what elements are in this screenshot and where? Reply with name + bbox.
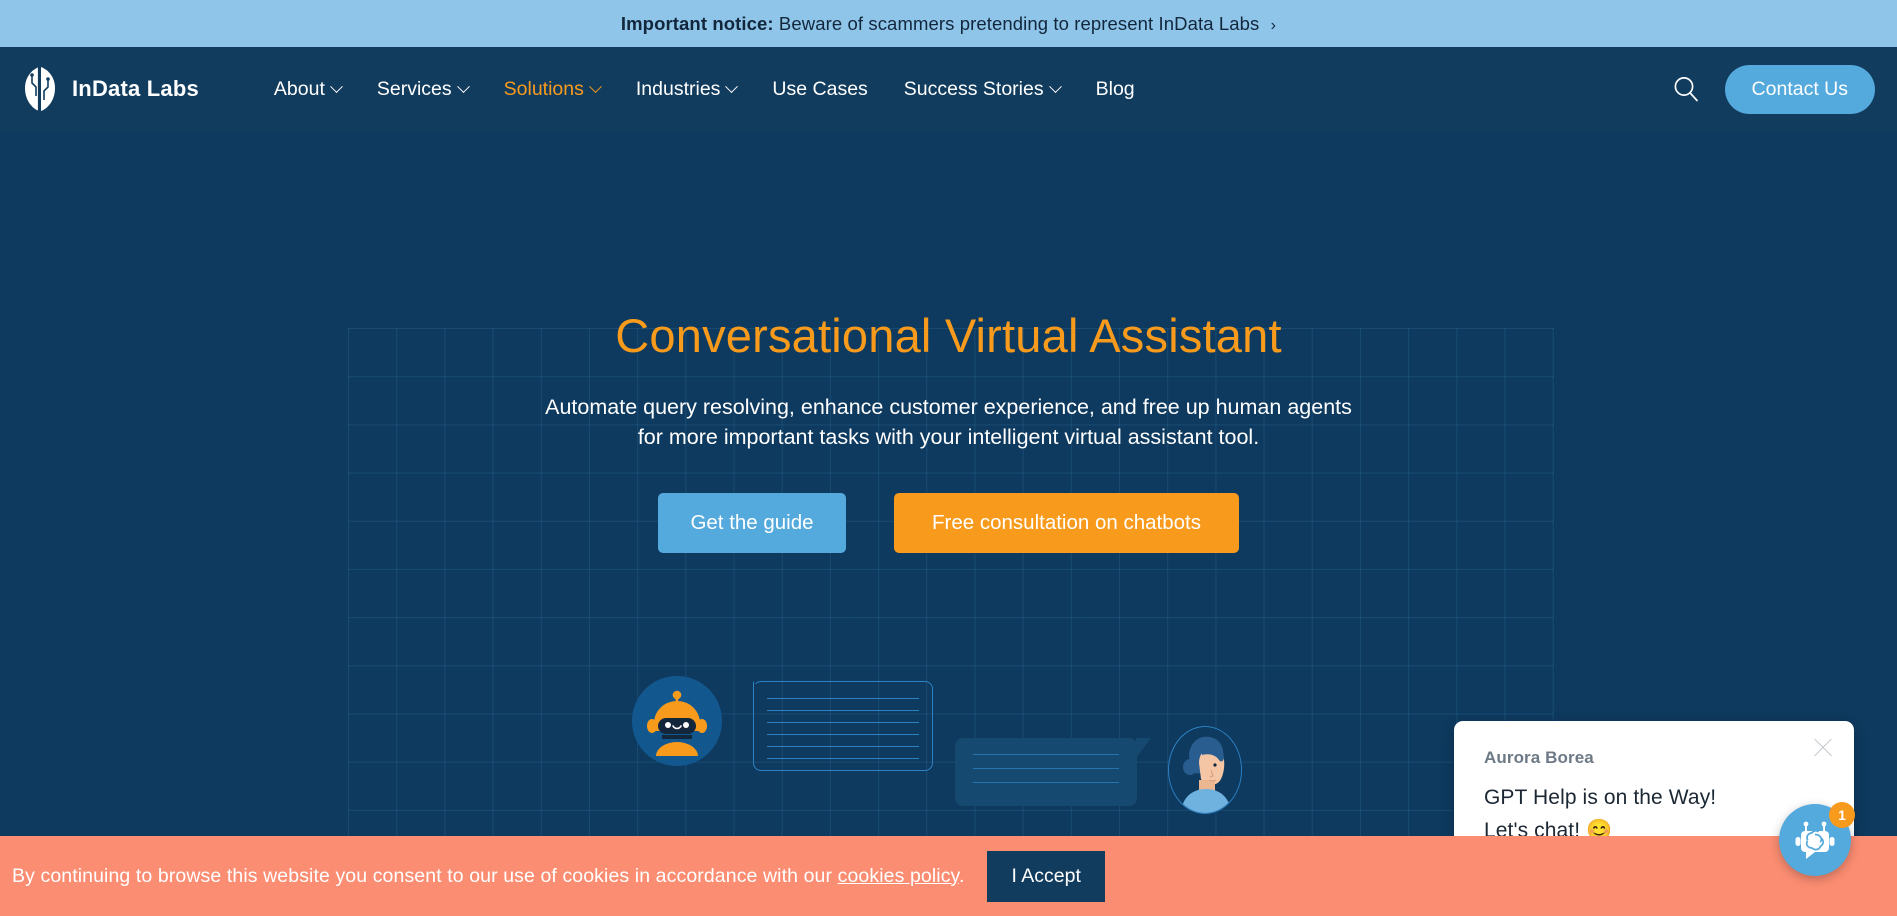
hero-content: Conversational Virtual Assistant Automat…	[0, 131, 1897, 553]
nav-item-blog[interactable]: Blog	[1078, 68, 1153, 111]
chevron-down-icon	[456, 79, 470, 93]
nav-label: Services	[376, 77, 452, 100]
site-header: InData Labs About Services Solutions Ind…	[0, 47, 1897, 131]
cookie-text-after: .	[958, 864, 965, 887]
chat-unread-badge: 1	[1829, 802, 1855, 828]
chevron-down-icon	[330, 79, 343, 93]
cookie-text-before: By continuing to browse this website you…	[12, 864, 838, 887]
nav-label: Blog	[1095, 77, 1135, 100]
brand-name: InData Labs	[72, 76, 199, 101]
page-title: Conversational Virtual Assistant	[615, 309, 1282, 362]
hero-subtitle-line1: Automate query resolving, enhance custom…	[545, 394, 1352, 419]
cookie-text: By continuing to browse this website you…	[12, 865, 964, 888]
search-button[interactable]	[1669, 72, 1703, 106]
chat-agent-name: Aurora Borea	[1484, 748, 1594, 767]
page-root: Important notice: Beware of scammers pre…	[0, 0, 1897, 916]
nav-item-solutions[interactable]: Solutions	[486, 68, 618, 111]
nav-label: Solutions	[503, 77, 584, 100]
notice-text: Important notice: Beware of scammers pre…	[621, 13, 1276, 35]
chevron-down-icon	[589, 79, 602, 93]
chevron-down-icon	[725, 79, 739, 93]
woman-avatar-icon	[1168, 726, 1242, 814]
indata-leaf-logo-icon	[25, 67, 55, 111]
nav-item-industries[interactable]: Industries	[618, 68, 755, 111]
nav-label: About	[273, 77, 325, 100]
chevron-down-icon	[1048, 79, 1062, 93]
nav-item-use-cases[interactable]: Use Cases	[754, 68, 885, 111]
hero-subtitle-line2: for more important tasks with your intel…	[637, 425, 1260, 450]
chat-bubble-outline-icon	[753, 681, 933, 771]
search-icon	[1674, 77, 1698, 102]
chat-launcher-button[interactable]: 1	[1779, 802, 1855, 876]
notice-body: Beware of scammers pretending to represe…	[778, 12, 1260, 34]
cookies-policy-link[interactable]: cookies policy	[838, 865, 959, 887]
cookie-consent-bar: By continuing to browse this website you…	[0, 836, 1897, 916]
chat-bubble-filled-icon	[955, 738, 1137, 806]
main-nav: About Services Solutions Industries Use …	[256, 68, 1153, 111]
get-the-guide-button[interactable]: Get the guide	[658, 492, 846, 553]
robot-avatar-icon	[632, 676, 722, 766]
nav-label: Industries	[635, 77, 721, 100]
nav-item-services[interactable]: Services	[359, 68, 486, 111]
contact-us-button[interactable]: Contact Us	[1724, 64, 1875, 114]
nav-item-about[interactable]: About	[256, 68, 359, 111]
hero-subtitle: Automate query resolving, enhance custom…	[0, 392, 1897, 453]
close-icon[interactable]	[1809, 734, 1837, 762]
free-consultation-button[interactable]: Free consultation on chatbots	[894, 492, 1239, 553]
chatbot-robot-icon	[1795, 821, 1835, 859]
nav-item-success-stories[interactable]: Success Stories	[886, 68, 1078, 111]
notice-lead: Important notice:	[620, 12, 774, 34]
nav-label: Use Cases	[772, 77, 868, 100]
header-actions: Contact Us	[1669, 64, 1875, 114]
brand-logo-link[interactable]: InData Labs	[22, 66, 199, 112]
accept-cookies-button[interactable]: I Accept	[987, 850, 1105, 902]
hero-section: Conversational Virtual Assistant Automat…	[0, 131, 1897, 916]
important-notice-bar[interactable]: Important notice: Beware of scammers pre…	[0, 0, 1897, 47]
nav-label: Success Stories	[903, 77, 1044, 100]
hero-cta-group: Get the guide Free consultation on chatb…	[0, 492, 1897, 553]
chevron-right-icon: ›	[1270, 16, 1277, 34]
chat-message-line-1: GPT Help is on the Way!	[1484, 786, 1717, 809]
